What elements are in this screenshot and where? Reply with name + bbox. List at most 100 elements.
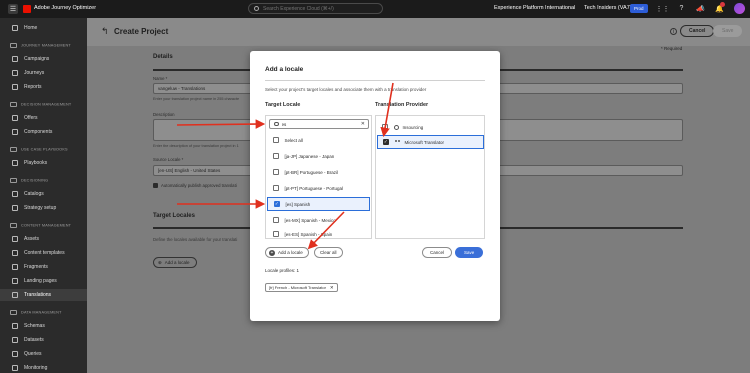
- home-icon: [12, 25, 18, 31]
- list-item[interactable]: [es-MX] Spanish - Mexico: [267, 213, 370, 227]
- search-icon: [254, 6, 259, 11]
- dialog-description: Select your project's target locales and…: [265, 87, 427, 92]
- provider-item[interactable]: Insourcing: [377, 120, 484, 134]
- locale-profiles-count: Locale profiles: 1: [265, 268, 300, 273]
- back-arrow-icon[interactable]: ↰: [101, 26, 109, 37]
- provider-checkbox[interactable]: [382, 124, 388, 130]
- locale-checkbox[interactable]: [273, 153, 279, 159]
- apps-grid-icon[interactable]: ⋮⋮: [656, 4, 670, 13]
- description-help: Enter the description of your translatio…: [153, 144, 239, 148]
- required-note: * Required: [661, 46, 683, 51]
- sidebar-item-components[interactable]: Components: [0, 126, 87, 138]
- top-bar: ☰ Adobe Journey Optimizer Experience Pla…: [0, 0, 750, 18]
- announcements-icon[interactable]: 📣: [696, 4, 705, 13]
- sandbox-switcher[interactable]: Tech Insiders (VA7): [584, 5, 632, 11]
- locale-profile-tag: [fr] French - Microsoft Translator ✕: [265, 283, 338, 292]
- monitoring-icon: [12, 365, 18, 371]
- help-icon[interactable]: ?: [677, 4, 686, 13]
- components-icon: [12, 129, 18, 135]
- translator-icon: [394, 139, 401, 145]
- dialog-cancel-button[interactable]: Cancel: [422, 247, 453, 258]
- auto-publish-checkbox[interactable]: [153, 183, 158, 188]
- sidebar-item-strategy-setup[interactable]: Strategy setup: [0, 202, 87, 214]
- locale-checkbox-checked[interactable]: ✓: [274, 201, 280, 207]
- dialog-title: Add a locale: [265, 66, 304, 73]
- section-content-management: CONTENT MANAGEMENT: [10, 223, 71, 228]
- section-data-management: DATA MANAGEMENT: [10, 310, 62, 315]
- list-item-selected[interactable]: ✓ [es] Spanish: [267, 197, 370, 211]
- remove-tag-icon[interactable]: ✕: [330, 285, 334, 291]
- strategy-icon: [12, 205, 18, 211]
- target-locales-help: Define the locales available for your tr…: [153, 237, 238, 242]
- avatar[interactable]: [734, 3, 745, 14]
- sidebar-item-datasets[interactable]: Datasets: [0, 334, 87, 346]
- list-item[interactable]: [es-ES] Spanish - Spain: [267, 229, 370, 239]
- sidebar-item-schemas[interactable]: Schemas: [0, 320, 87, 332]
- select-all-checkbox[interactable]: [273, 137, 279, 143]
- name-label: Name *: [153, 76, 168, 81]
- locale-checkbox[interactable]: [273, 217, 279, 223]
- dialog-save-button[interactable]: Save: [455, 247, 484, 258]
- schemas-icon: [12, 323, 18, 329]
- sidebar-item-assets[interactable]: Assets: [0, 233, 87, 245]
- sidebar-item-campaigns[interactable]: Campaigns: [0, 53, 87, 65]
- org-switcher[interactable]: Experience Platform International: [494, 5, 575, 11]
- info-icon[interactable]: i: [670, 28, 677, 35]
- sidebar-item-queries[interactable]: Queries: [0, 348, 87, 360]
- landing-pages-icon: [12, 278, 18, 284]
- locale-checkbox[interactable]: [273, 169, 279, 175]
- translation-provider-heading: Translation Provider: [375, 102, 429, 108]
- sidebar-item-offers[interactable]: Offers: [0, 112, 87, 124]
- details-title: Details: [153, 54, 173, 60]
- section-decision-management: DECISION MANAGEMENT: [10, 102, 71, 107]
- description-label: Description: [153, 112, 175, 117]
- sidebar-item-landing-pages[interactable]: Landing pages: [0, 275, 87, 287]
- locale-checkbox[interactable]: [273, 185, 279, 191]
- queries-icon: [12, 351, 18, 357]
- sidebar-item-catalogs[interactable]: Catalogs: [0, 188, 87, 200]
- clear-all-button[interactable]: Clear all: [314, 247, 343, 258]
- notification-badge: [720, 2, 725, 7]
- reports-icon: [12, 84, 18, 90]
- sidebar-item-home[interactable]: Home: [0, 22, 87, 34]
- env-badge: Prod: [630, 4, 648, 13]
- clear-search-icon[interactable]: ✕: [361, 121, 365, 127]
- global-search[interactable]: [248, 3, 383, 14]
- provider-item-selected[interactable]: ✓ Microsoft Translator: [377, 135, 484, 149]
- add-circle-icon: ⊕: [158, 259, 162, 265]
- fragments-icon: [12, 264, 18, 270]
- target-locale-heading: Target Locale: [265, 102, 301, 108]
- page-header: ↰ Create Project i Cancel Save: [87, 18, 750, 46]
- locale-search-input[interactable]: [281, 121, 362, 127]
- list-item[interactable]: [pt-PT] Portuguese - Portugal: [267, 181, 370, 195]
- global-search-input[interactable]: [263, 5, 373, 12]
- sidebar-item-fragments[interactable]: Fragments: [0, 261, 87, 273]
- target-locale-list: ✕ Select all [ja-JP] Japanese - Japan [p…: [265, 115, 372, 239]
- select-all-row[interactable]: Select all: [267, 133, 370, 147]
- target-locales-title: Target Locales: [153, 213, 195, 219]
- provider-checkbox-checked[interactable]: ✓: [383, 139, 389, 145]
- sidebar-item-journeys[interactable]: Journeys: [0, 67, 87, 79]
- sidebar-item-reports[interactable]: Reports: [0, 81, 87, 93]
- adobe-logo-icon: [23, 5, 31, 13]
- sidebar-item-monitoring[interactable]: Monitoring: [0, 362, 87, 373]
- page-title: Create Project: [114, 27, 169, 36]
- locale-search[interactable]: ✕: [269, 119, 369, 129]
- sidebar-item-translations[interactable]: Translations: [0, 289, 87, 301]
- journeys-icon: [12, 70, 18, 76]
- add-locale-dialog: Add a locale Select your project's targe…: [250, 51, 500, 321]
- insourcing-icon: [393, 124, 399, 130]
- sidebar-item-content-templates[interactable]: Content templates: [0, 247, 87, 259]
- list-item[interactable]: [ja-JP] Japanese - Japan: [267, 149, 370, 163]
- cancel-button[interactable]: Cancel: [680, 25, 715, 37]
- menu-toggle-icon[interactable]: ☰: [8, 4, 18, 14]
- sidebar-item-playbooks[interactable]: Playbooks: [0, 157, 87, 169]
- section-decisioning: DECISIONING: [10, 178, 48, 183]
- templates-icon: [12, 250, 18, 256]
- bg-add-locale-button[interactable]: ⊕ Add a locale: [153, 257, 197, 268]
- locale-checkbox[interactable]: [273, 231, 279, 237]
- list-item[interactable]: [pt-BR] Portuguese - Brazil: [267, 165, 370, 179]
- save-button[interactable]: Save: [713, 25, 743, 37]
- add-locale-button[interactable]: + Add a locale: [265, 247, 309, 258]
- assets-icon: [12, 236, 18, 242]
